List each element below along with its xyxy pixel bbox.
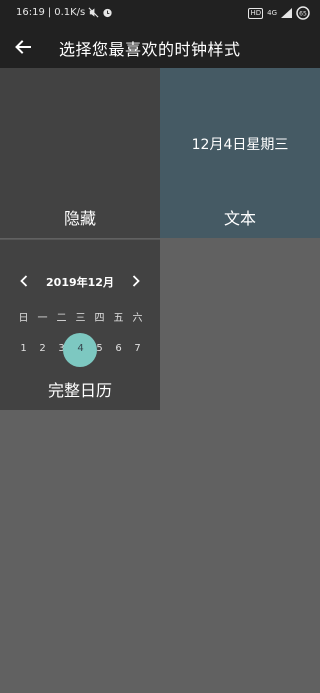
page-title: 选择您最喜欢的时钟样式: [59, 40, 241, 59]
status-left: 16:19 | 0.1K/s: [16, 7, 113, 18]
mute-icon: [88, 7, 99, 18]
back-button[interactable]: [10, 35, 36, 59]
weekday-label: 日: [18, 313, 29, 324]
date-preview: 12月4日星期三: [191, 137, 289, 153]
calendar-day: 1: [20, 343, 27, 354]
battery-level: 65: [299, 11, 307, 18]
battery-icon: 65: [296, 6, 310, 20]
clock-style-hidden[interactable]: 隐藏: [0, 68, 160, 238]
network-speed: 0.1K/s: [54, 7, 86, 18]
toolbar: 选择您最喜欢的时钟样式: [0, 26, 320, 68]
status-right: HD 4G 65: [248, 6, 310, 20]
weekday-label: 五: [113, 313, 124, 324]
calendar-day: 5: [96, 343, 103, 354]
weekday-label: 一: [37, 313, 48, 324]
clock-style-text[interactable]: 12月4日星期三 文本: [160, 68, 320, 238]
calendar-header: 2019年12月: [0, 273, 160, 289]
status-bar: 16:19 | 0.1K/s HD 4G 65: [0, 0, 320, 26]
calendar-day: 6: [115, 343, 122, 354]
status-time: 16:19: [16, 7, 45, 18]
calendar-weekdays: 日 一 二 三 四 五 六: [14, 312, 147, 326]
network-type: 4G: [267, 9, 277, 17]
calendar-month: 2019年12月: [46, 276, 114, 289]
weekday-label: 六: [132, 313, 143, 324]
weekday-label: 四: [94, 313, 105, 324]
alarm-icon: [102, 7, 113, 18]
hd-badge: HD: [248, 7, 264, 19]
status-separator: |: [47, 7, 52, 18]
calendar-day: 2: [39, 343, 46, 354]
weekday-label: 三: [75, 313, 86, 324]
calendar-days: 1 2 3 4 5 6 7: [14, 333, 147, 367]
weekday-label: 二: [56, 313, 67, 324]
chevron-left-icon: [18, 273, 30, 289]
chevron-right-icon: [130, 273, 142, 289]
signal-icon: [281, 8, 292, 18]
calendar-day: 7: [134, 343, 141, 354]
calendar-day-selected: 4: [63, 333, 97, 367]
clock-style-calendar-label: 完整日历: [47, 381, 112, 400]
clock-style-calendar[interactable]: 2019年12月 日 一 二 三 四 五 六 1 2 3 4 5 6 7 完整日…: [0, 239, 160, 410]
arrow-left-icon: [15, 40, 31, 54]
clock-style-text-label: 文本: [223, 209, 256, 228]
selected-day-number: 4: [77, 343, 84, 354]
clock-style-hidden-label: 隐藏: [63, 209, 96, 228]
